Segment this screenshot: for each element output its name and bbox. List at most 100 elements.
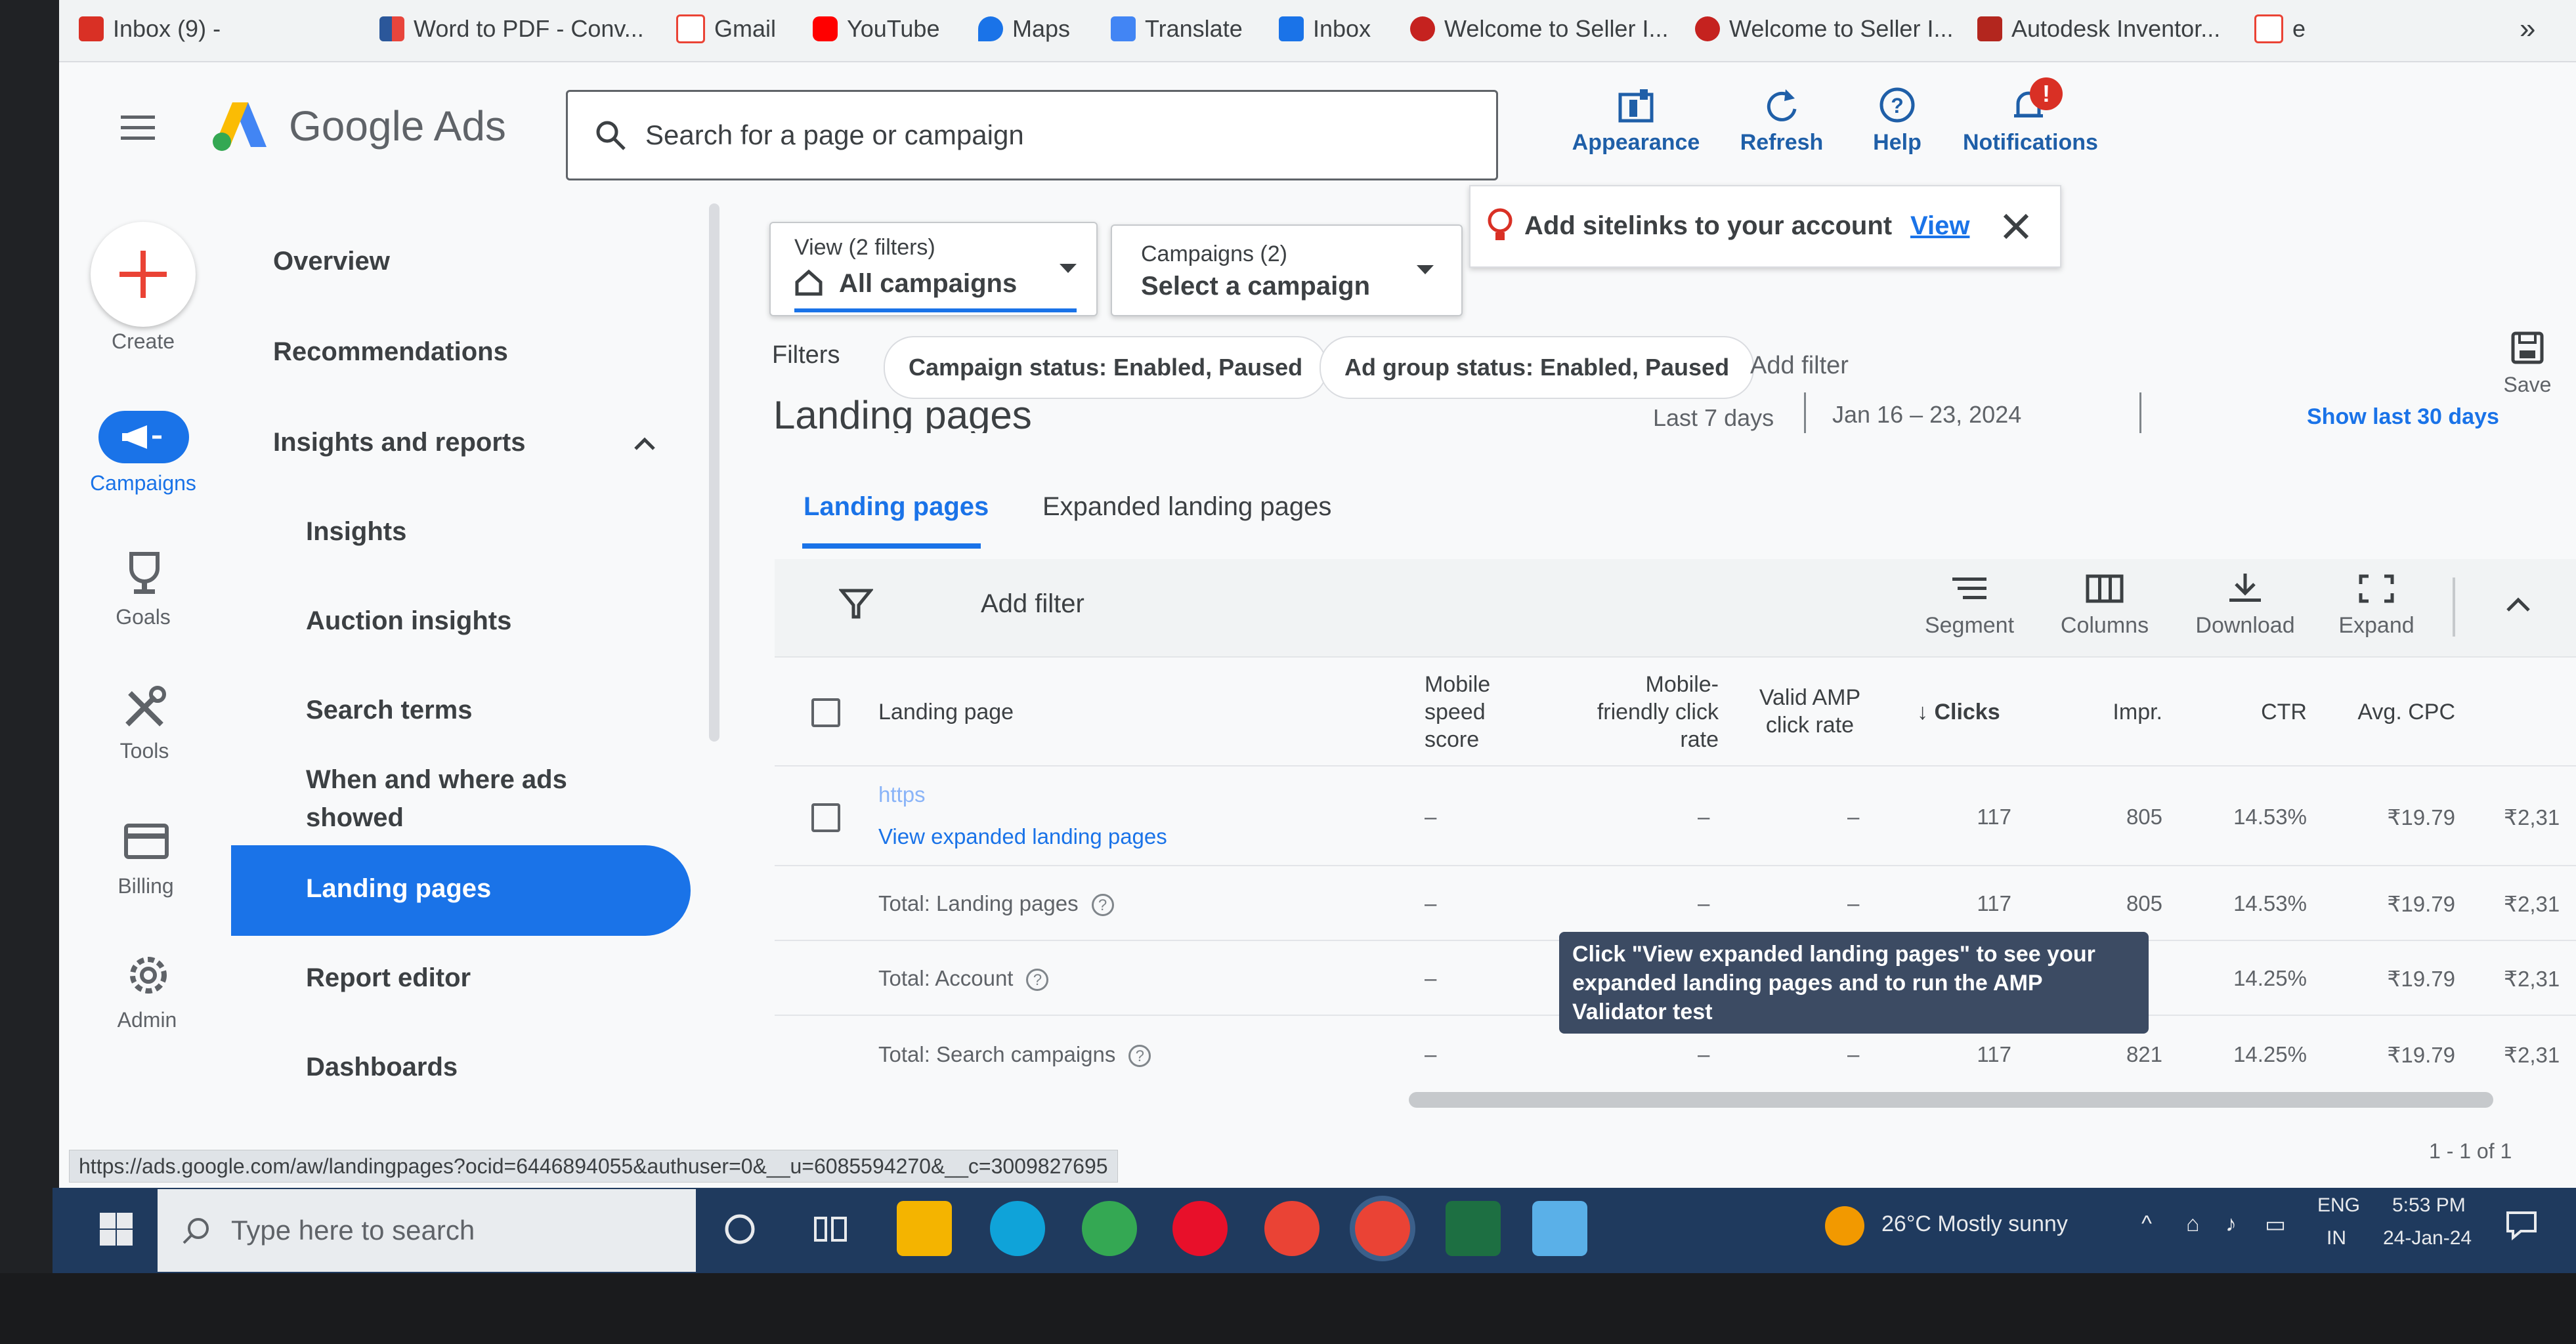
- c-app-icon[interactable]: [990, 1201, 1045, 1256]
- cortana-icon[interactable]: [722, 1211, 758, 1247]
- nav-auction-insights[interactable]: Auction insights: [306, 606, 511, 636]
- bookmark-seller-1[interactable]: Welcome to Seller I...: [1410, 9, 1668, 49]
- weather-text[interactable]: 26°C Mostly sunny: [1881, 1211, 2068, 1237]
- sitelinks-view-link[interactable]: View: [1910, 211, 1969, 241]
- bookmark-hub-inbox[interactable]: Inbox: [1279, 9, 1371, 49]
- chevron-up-icon[interactable]: [632, 433, 658, 453]
- volume-icon[interactable]: ♪: [2225, 1211, 2237, 1237]
- clock-time[interactable]: 5:53 PM: [2392, 1194, 2466, 1217]
- add-filter-link[interactable]: Add filter: [1750, 352, 1849, 380]
- excel-icon[interactable]: [1446, 1201, 1501, 1256]
- gear-icon[interactable]: [123, 950, 173, 1000]
- horizontal-scrollbar[interactable]: [1409, 1092, 2493, 1108]
- select-all-checkbox[interactable]: [811, 698, 840, 727]
- download-button[interactable]: Download: [2186, 572, 2304, 639]
- nav-insights[interactable]: Insights: [306, 517, 406, 547]
- table-add-filter[interactable]: Add filter: [981, 589, 1084, 619]
- bookmark-inbox[interactable]: Inbox (9) -: [79, 9, 221, 49]
- network-icon[interactable]: ⌂: [2186, 1211, 2200, 1237]
- help-circle-icon[interactable]: ?: [1026, 969, 1049, 992]
- tab-expanded-landing-pages[interactable]: Expanded landing pages: [1042, 492, 1331, 522]
- nav-overview[interactable]: Overview: [273, 247, 390, 276]
- campaigns-rail-button[interactable]: [98, 411, 189, 463]
- help-circle-icon[interactable]: ?: [1091, 894, 1114, 917]
- expand-button[interactable]: Expand: [2317, 572, 2436, 639]
- tools-icon[interactable]: [121, 684, 171, 734]
- bookmark-word-to-pdf[interactable]: Word to PDF - Conv...: [379, 9, 644, 49]
- notification-center-icon[interactable]: [2505, 1209, 2538, 1242]
- nav-when-where-line1[interactable]: When and where ads: [306, 765, 567, 795]
- campaign-select-dropdown[interactable]: Campaigns (2) Select a campaign: [1111, 224, 1463, 316]
- battery-icon[interactable]: ▭: [2265, 1211, 2286, 1238]
- tray-chevron-icon[interactable]: ^: [2141, 1211, 2152, 1237]
- filter-chip-campaign-status[interactable]: Campaign status: Enabled, Paused: [884, 336, 1328, 399]
- help-button[interactable]: ? Help: [1832, 85, 1963, 156]
- search-input[interactable]: Search for a page or campaign: [566, 90, 1498, 180]
- collapse-chevron-icon[interactable]: [2504, 595, 2533, 614]
- header-mobile-speed[interactable]: Mobile speed score: [1425, 671, 1490, 753]
- bookmark-youtube[interactable]: YouTube: [813, 9, 939, 49]
- tab-landing-pages[interactable]: Landing pages: [804, 492, 989, 522]
- bookmark-gmail[interactable]: Gmail: [676, 9, 776, 49]
- header-clicks[interactable]: ↓ Clicks: [1917, 698, 2000, 726]
- windows-start-icon[interactable]: [98, 1211, 134, 1247]
- chrome-profile-icon[interactable]: [1082, 1201, 1137, 1256]
- nav-dashboards[interactable]: Dashboards: [306, 1053, 458, 1082]
- refresh-button[interactable]: Refresh: [1716, 85, 1847, 156]
- trophy-icon[interactable]: [119, 549, 169, 598]
- header-landing-page[interactable]: Landing page: [878, 698, 1014, 726]
- sort-arrow-icon: ↓: [1917, 700, 1935, 724]
- view-expanded-link[interactable]: View expanded landing pages: [878, 824, 1167, 849]
- header-valid-amp[interactable]: Valid AMP click rate: [1749, 684, 1871, 739]
- view-filter-dropdown[interactable]: View (2 filters) All campaigns: [769, 222, 1098, 316]
- save-button[interactable]: Save: [2495, 328, 2560, 397]
- clock-date[interactable]: 24-Jan-24: [2383, 1227, 2472, 1250]
- show-last-30-days-link[interactable]: Show last 30 days: [2307, 404, 2499, 430]
- task-view-icon[interactable]: [813, 1211, 848, 1247]
- language-top[interactable]: ENG: [2317, 1194, 2360, 1217]
- close-icon[interactable]: [2001, 211, 2031, 242]
- bookmarks-overflow-button[interactable]: »: [2520, 9, 2535, 49]
- menu-icon[interactable]: [118, 112, 164, 144]
- filter-icon[interactable]: [839, 587, 873, 621]
- file-explorer-icon[interactable]: [897, 1201, 952, 1256]
- weather-sun-icon[interactable]: [1825, 1206, 1864, 1246]
- header-impr[interactable]: Impr.: [2101, 698, 2162, 726]
- language-bottom[interactable]: IN: [2327, 1227, 2346, 1250]
- bookmark-gmail-2[interactable]: e: [2254, 9, 2306, 49]
- date-range-picker[interactable]: Jan 16 – 23, 2024: [1804, 392, 2141, 433]
- rail-label-create: Create: [111, 329, 175, 353]
- columns-button[interactable]: Columns: [2046, 572, 2164, 639]
- help-circle-icon[interactable]: ?: [1128, 1045, 1151, 1068]
- nav-search-terms[interactable]: Search terms: [306, 696, 472, 725]
- bookmark-autodesk[interactable]: Autodesk Inventor...: [1977, 9, 2220, 49]
- segment-button[interactable]: Segment: [1910, 572, 2029, 639]
- row-checkbox[interactable]: [811, 803, 840, 832]
- card-icon[interactable]: [122, 822, 172, 861]
- bookmark-maps[interactable]: Maps: [978, 9, 1070, 49]
- chrome-icon[interactable]: [1264, 1201, 1320, 1256]
- header-mobile-friendly[interactable]: Mobile- friendly click rate: [1587, 671, 1719, 753]
- taskbar-search-input[interactable]: Type here to search: [158, 1189, 696, 1272]
- appearance-button[interactable]: Appearance: [1570, 85, 1702, 156]
- nav-recommendations[interactable]: Recommendations: [273, 337, 508, 367]
- notifications-button[interactable]: Notifications: [1963, 85, 2098, 156]
- bookmark-seller-2[interactable]: Welcome to Seller I...: [1695, 9, 1953, 49]
- nav-insights-and-reports[interactable]: Insights and reports: [273, 428, 526, 457]
- header-ctr[interactable]: CTR: [2245, 698, 2307, 726]
- opera-icon[interactable]: [1172, 1201, 1228, 1256]
- nav-scrollbar[interactable]: [709, 203, 719, 742]
- bookmark-label: Autodesk Inventor...: [2011, 15, 2221, 42]
- nav-when-where-line2[interactable]: showed: [306, 803, 404, 833]
- bookmark-translate[interactable]: Translate: [1111, 9, 1243, 49]
- filter-chip-ad-group-status[interactable]: Ad group status: Enabled, Paused: [1320, 336, 1755, 399]
- app-icon[interactable]: [1532, 1201, 1587, 1256]
- search-placeholder: Search for a page or campaign: [645, 119, 1024, 150]
- create-button[interactable]: [91, 222, 196, 327]
- landing-page-url[interactable]: https: [878, 782, 926, 807]
- nav-landing-pages[interactable]: Landing pages: [231, 845, 691, 936]
- nav-report-editor[interactable]: Report editor: [306, 963, 471, 993]
- header-avg-cpc[interactable]: Avg. CPC: [2350, 698, 2455, 726]
- chrome-active-icon[interactable]: [1355, 1201, 1410, 1256]
- sitelinks-banner-text: Add sitelinks to your account: [1524, 211, 1893, 240]
